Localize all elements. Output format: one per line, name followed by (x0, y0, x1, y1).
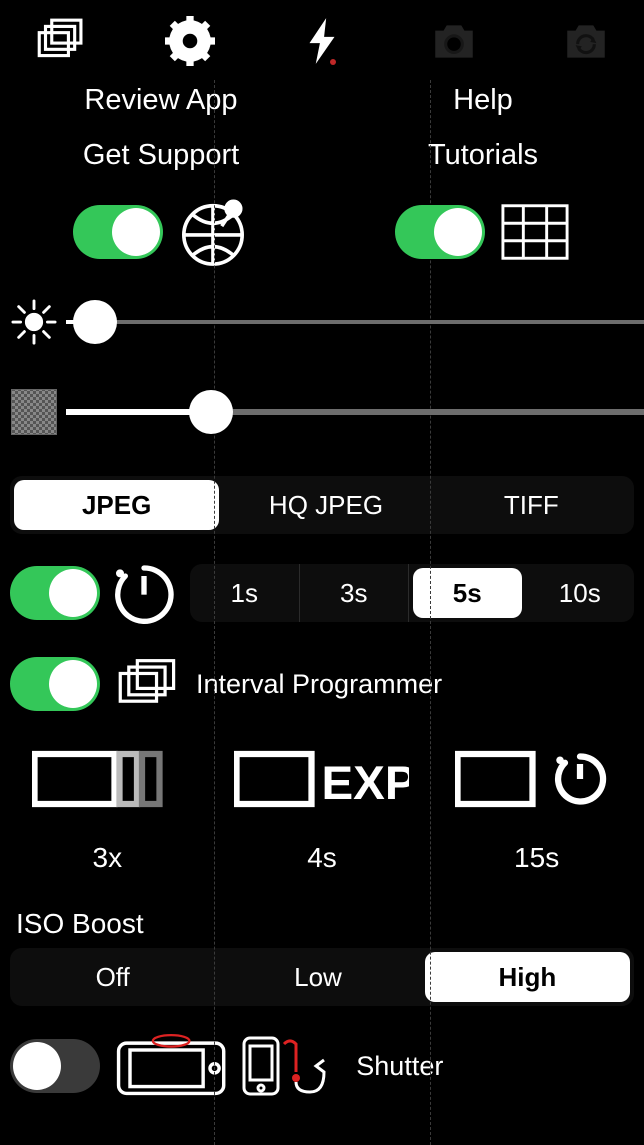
help-link[interactable]: Help (322, 84, 644, 117)
brightness-slider-row (0, 290, 644, 354)
grid-toggle[interactable] (395, 205, 485, 259)
tutorials-link[interactable]: Tutorials (322, 139, 644, 172)
interval-params: 3x EXP 4s 15s (0, 716, 644, 874)
noise-slider[interactable] (66, 390, 644, 434)
flash-status-dot (330, 59, 336, 65)
interval-exposure[interactable]: EXP 4s (216, 744, 429, 874)
format-option-tiff[interactable]: TIFF (429, 476, 634, 534)
wait-value: 15s (430, 814, 643, 874)
timer-option-1s[interactable]: 1s (190, 564, 300, 622)
timer-icon (112, 560, 178, 626)
timer-option-3s[interactable]: 3s (300, 564, 410, 622)
frames-icon (1, 744, 214, 814)
link-row-1: Review App Help (0, 72, 644, 127)
grid-icon (499, 196, 571, 268)
headset-remote-icon (240, 1034, 330, 1098)
shutter-toggle[interactable] (10, 1039, 100, 1093)
exposure-icon: EXP (216, 744, 429, 814)
shutter-row: Shutter (0, 1006, 644, 1098)
shutter-label: Shutter (344, 1051, 443, 1082)
timer-option-10s[interactable]: 10s (526, 564, 635, 622)
globe-icon (177, 196, 249, 268)
timer-toggle[interactable] (10, 566, 100, 620)
top-toolbar (0, 0, 644, 72)
iso-option-high[interactable]: High (425, 952, 630, 1002)
format-segment: JPEG HQ JPEG TIFF (10, 476, 634, 534)
toggles-row (0, 182, 644, 290)
camera-switch-icon[interactable] (556, 14, 616, 69)
timer-row: 1s 3s 5s 10s (0, 534, 644, 626)
interval-frames[interactable]: 3x (1, 744, 214, 874)
brightness-icon (10, 298, 58, 346)
wait-icon (430, 744, 643, 814)
interval-toggle[interactable] (10, 657, 100, 711)
flash-icon[interactable] (292, 14, 352, 69)
iso-option-low[interactable]: Low (215, 948, 420, 1006)
gear-icon[interactable] (160, 14, 220, 69)
frames-value: 3x (1, 814, 214, 874)
iso-option-off[interactable]: Off (10, 948, 215, 1006)
geotag-toggle[interactable] (73, 205, 163, 259)
camera-icon[interactable] (424, 14, 484, 69)
format-option-jpeg[interactable]: JPEG (14, 480, 219, 530)
get-support-link[interactable]: Get Support (0, 139, 322, 172)
iso-boost-segment: Off Low High (10, 948, 634, 1006)
link-row-2: Get Support Tutorials (0, 127, 644, 182)
interval-icon (116, 652, 180, 716)
iso-boost-label: ISO Boost (0, 874, 644, 944)
svg-text:EXP: EXP (322, 757, 410, 809)
noise-icon (10, 388, 58, 436)
shutter-icons (114, 1034, 330, 1098)
phone-landscape-icon (114, 1034, 228, 1098)
divider-line (214, 80, 215, 1145)
interval-label: Interval Programmer (196, 669, 442, 700)
review-app-link[interactable]: Review App (0, 84, 322, 117)
timer-segment: 1s 3s 5s 10s (190, 564, 634, 622)
settings-screen: Review App Help Get Support Tutorials (0, 0, 644, 1145)
gallery-icon[interactable] (28, 14, 88, 69)
exposure-value: 4s (216, 814, 429, 874)
noise-slider-row (0, 380, 644, 444)
brightness-slider[interactable] (66, 300, 644, 344)
interval-row: Interval Programmer (0, 626, 644, 716)
format-option-hqjpeg[interactable]: HQ JPEG (223, 476, 428, 534)
interval-wait[interactable]: 15s (430, 744, 643, 874)
